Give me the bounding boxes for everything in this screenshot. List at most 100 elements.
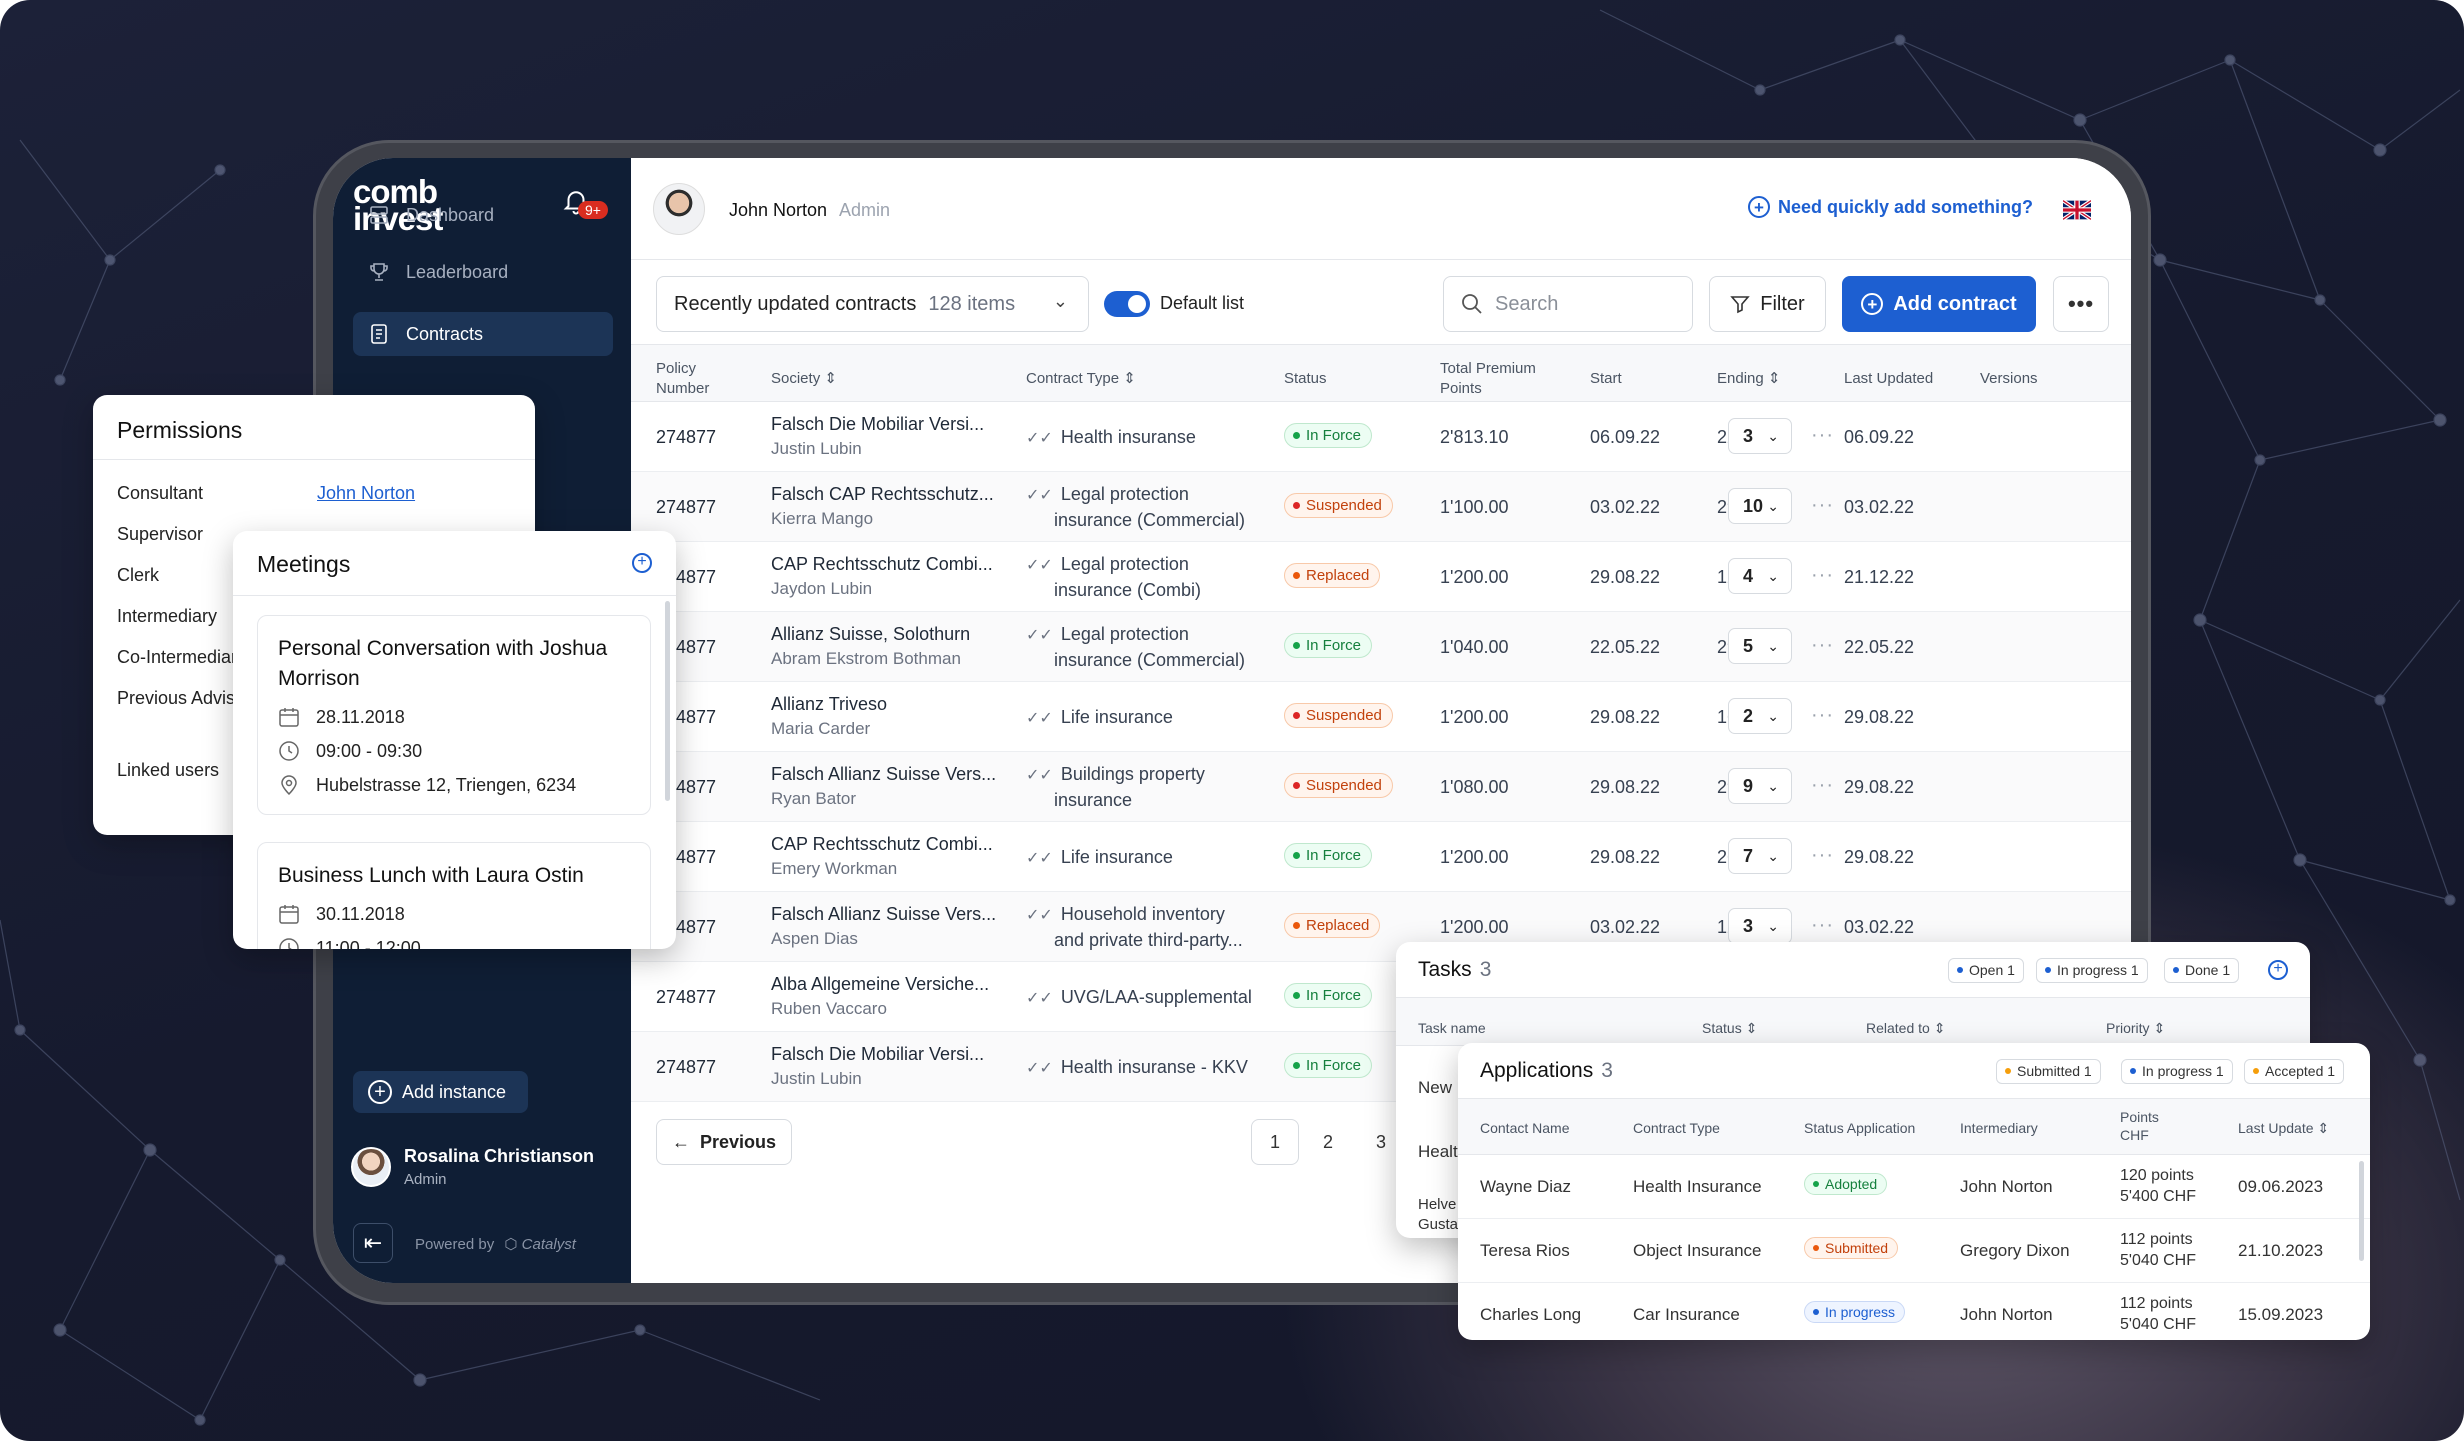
society-name[interactable]: CAP Rechtsschutz Combi... [771,552,993,576]
society-name[interactable]: Alba Allgemeine Versiche... [771,972,989,996]
submitted-filter-chip[interactable]: Submitted 1 [1996,1059,2101,1084]
table-row[interactable]: Teresa Rios Object Insurance Submitted Greg… [1458,1219,2370,1283]
version-select[interactable]: 3 ⌄ [1728,418,1792,454]
quick-add-link[interactable]: + Need quickly add something? [1747,196,2033,218]
task-row[interactable]: Gusta [1418,1216,1458,1233]
collapse-sidebar-button[interactable]: ⇤ [353,1223,393,1263]
row-actions-icon[interactable]: ··· [1811,424,1834,447]
table-row[interactable]: 274877 Allianz Suisse, Solothurn Abram Eks… [631,612,2131,682]
previous-page-button[interactable]: ← Previous [656,1119,792,1165]
scrollbar[interactable] [2359,1161,2364,1261]
column-contract-type[interactable]: Contract Type [1633,1119,1720,1137]
table-row[interactable]: 274877 Falsch Allianz Suisse Vers... Ryan … [631,752,2131,822]
page-1-button[interactable]: 1 [1251,1119,1299,1165]
add-contract-button[interactable]: + Add contract [1842,276,2036,332]
column-task-status[interactable]: Status ⇕ [1702,1020,1757,1037]
column-related-to[interactable]: Related to ⇕ [1866,1020,1945,1037]
sidebar-item-contracts[interactable]: Contracts [353,312,613,356]
column-status-application[interactable]: Status Application [1804,1119,1915,1137]
version-select[interactable]: 7 ⌄ [1728,838,1792,874]
uk-flag-icon[interactable] [2063,200,2091,220]
column-priority[interactable]: Priority ⇕ [2106,1020,2165,1037]
column-start[interactable]: Start [1590,369,1622,389]
society-name[interactable]: Falsch Allianz Suisse Vers... [771,902,996,926]
filter-button[interactable]: Filter [1709,276,1826,332]
meeting-item[interactable]: Business Lunch with Laura Ostin 30.11.20… [257,842,651,949]
default-list-toggle[interactable] [1104,291,1150,317]
society-name[interactable]: Allianz Suisse, Solothurn [771,622,970,646]
table-row[interactable]: 274877 CAP Rechtsschutz Combi... Jaydon Lu… [631,542,2131,612]
column-points[interactable]: Points CHF [2120,1108,2159,1144]
column-total-premium[interactable]: Total Premium Points [1440,359,1550,399]
column-last-update[interactable]: Last Update ⇕ [2238,1119,2329,1137]
last-updated-date: 22.05.22 [1844,637,1915,657]
contract-type-cell: ✓✓ Legal protection insurance (Commercial) [1026,482,1245,533]
version-select[interactable]: 9 ⌄ [1728,768,1792,804]
row-actions-icon[interactable]: ··· [1811,494,1834,517]
task-row[interactable]: New [1418,1078,1452,1098]
more-options-button[interactable]: ••• [2053,276,2109,332]
consultant-link[interactable]: John Norton [317,483,415,504]
column-society[interactable]: Society ⇕ [771,369,837,389]
contract-type-line-2: insurance (Commercial) [1054,650,1246,670]
society-name[interactable]: Falsch CAP Rechtsschutz... [771,482,994,506]
table-row[interactable]: 274877 Falsch CAP Rechtsschutz... Kierra M… [631,472,2131,542]
list-name: Recently updated contracts [674,292,917,315]
search-input[interactable]: Search [1443,276,1693,332]
accepted-filter-chip[interactable]: Accepted 1 [2244,1059,2345,1084]
avatar[interactable] [653,183,705,235]
tasks-table-header [1396,998,2310,1046]
version-select[interactable]: 5 ⌄ [1728,628,1792,664]
version-select[interactable]: 3 ⌄ [1728,908,1792,944]
page-2-button[interactable]: 2 [1304,1119,1352,1165]
column-ending[interactable]: Ending ⇕ [1717,369,1780,389]
society-name[interactable]: Falsch Die Mobiliar Versi... [771,412,984,436]
in-progress-filter-chip[interactable]: In progress 1 [2121,1059,2233,1084]
scrollbar[interactable] [665,601,670,801]
premium-points: 1'200.00 [1440,917,1509,937]
open-filter-chip[interactable]: Open 1 [1948,958,2024,983]
table-row[interactable]: 274877 Falsch Die Mobiliar Versi... Justin… [631,402,2131,472]
column-last-updated[interactable]: Last Updated [1844,369,1933,389]
column-versions[interactable]: Versions [1980,369,2038,389]
add-instance-button[interactable]: + Add instance [353,1071,528,1113]
task-row[interactable]: Healt [1418,1142,1458,1162]
task-row[interactable]: Helve [1418,1196,1456,1213]
table-row[interactable]: Wayne Diaz Health Insurance Adopted John No… [1458,1155,2370,1219]
society-name[interactable]: Falsch Allianz Suisse Vers... [771,762,996,786]
version-select[interactable]: 4 ⌄ [1728,558,1792,594]
version-select[interactable]: 10 ⌄ [1728,488,1792,524]
table-row[interactable]: 274877 CAP Rechtsschutz Combi... Emery Wor… [631,822,2131,892]
version-select[interactable]: 2 ⌄ [1728,698,1792,734]
add-meeting-button[interactable]: + [632,553,652,573]
row-actions-icon[interactable]: ··· [1811,564,1834,587]
table-row[interactable]: 274877 Allianz Triveso Maria Carder ✓✓ Life … [631,682,2131,752]
tasks-title: Tasks [1418,958,1472,981]
permission-label: Previous Advisor [117,688,252,708]
society-name[interactable]: CAP Rechtsschutz Combi... [771,832,993,856]
table-row[interactable]: Charles Long Car Insurance In progress John… [1458,1283,2370,1340]
column-status[interactable]: Status [1284,369,1327,389]
society-name[interactable]: Allianz Triveso [771,692,887,716]
sidebar-item-label: Contracts [406,323,484,344]
column-task-name[interactable]: Task name [1418,1020,1486,1036]
column-contact-name[interactable]: Contact Name [1480,1119,1569,1137]
sidebar-item-dashboard[interactable]: Dashboard [353,193,613,237]
row-actions-icon[interactable]: ··· [1811,844,1834,867]
column-contract-type[interactable]: Contract Type ⇕ [1026,369,1136,389]
sidebar-item-leaderboard[interactable]: Leaderboard [353,250,613,294]
row-actions-icon[interactable]: ··· [1811,774,1834,797]
list-selector[interactable]: Recently updated contracts 128 items ⌄ [656,276,1089,332]
column-intermediary[interactable]: Intermediary [1960,1119,2038,1137]
meeting-item[interactable]: Personal Conversation with Joshua Morris… [257,615,651,815]
current-user[interactable]: Rosalina Christianson Admin [351,1146,594,1188]
version-value: 3 [1743,916,1754,936]
add-task-button[interactable]: + [2268,960,2288,980]
row-actions-icon[interactable]: ··· [1811,914,1834,937]
in-progress-filter-chip[interactable]: In progress 1 [2036,958,2148,983]
column-policy-number[interactable]: Policy Number [656,359,736,399]
society-name[interactable]: Falsch Die Mobiliar Versi... [771,1042,984,1066]
row-actions-icon[interactable]: ··· [1811,704,1834,727]
done-filter-chip[interactable]: Done 1 [2164,958,2240,983]
row-actions-icon[interactable]: ··· [1811,634,1834,657]
